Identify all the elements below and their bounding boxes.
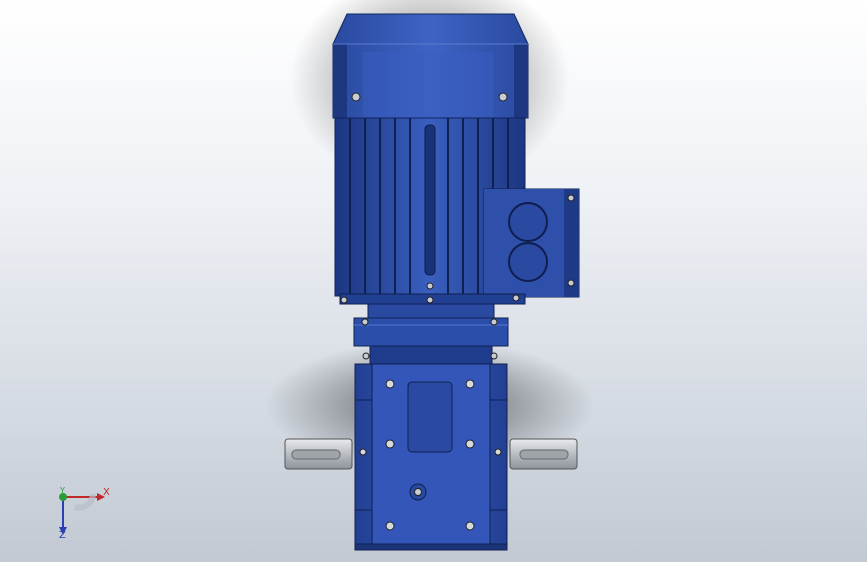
bolt-icon	[490, 352, 498, 360]
bolt-icon	[490, 318, 498, 326]
bolt-icon	[465, 521, 475, 531]
y-axis-label: Y	[60, 486, 65, 495]
bolt-icon	[385, 379, 395, 389]
bolt-icon	[465, 379, 475, 389]
x-axis-label: X	[103, 487, 110, 498]
bolt-icon	[351, 92, 361, 102]
bolt-icon	[512, 294, 520, 302]
gearmotor-model[interactable]	[0, 0, 867, 562]
bolt-icon	[494, 448, 502, 456]
bolt-icon	[362, 352, 370, 360]
bolt-icon	[567, 194, 575, 202]
terminal-box[interactable]	[483, 188, 580, 298]
bolt-icon	[465, 439, 475, 449]
bolt-icon	[414, 488, 422, 496]
output-shaft-right[interactable]	[509, 438, 578, 470]
bolt-icon	[567, 279, 575, 287]
gearbox-housing[interactable]	[354, 363, 508, 551]
bolt-icon	[498, 92, 508, 102]
output-shaft-left[interactable]	[284, 438, 353, 470]
bolt-icon	[426, 282, 434, 290]
bolt-icon	[385, 439, 395, 449]
bolt-icon	[361, 318, 369, 326]
z-axis-label: Z	[59, 530, 66, 541]
bolt-icon	[385, 521, 395, 531]
bolt-icon	[426, 296, 434, 304]
motor-fan-cowl[interactable]	[332, 13, 529, 119]
graphics-viewport[interactable]: X Y Z	[0, 0, 867, 562]
bolt-icon	[340, 296, 348, 304]
bolt-icon	[359, 448, 367, 456]
